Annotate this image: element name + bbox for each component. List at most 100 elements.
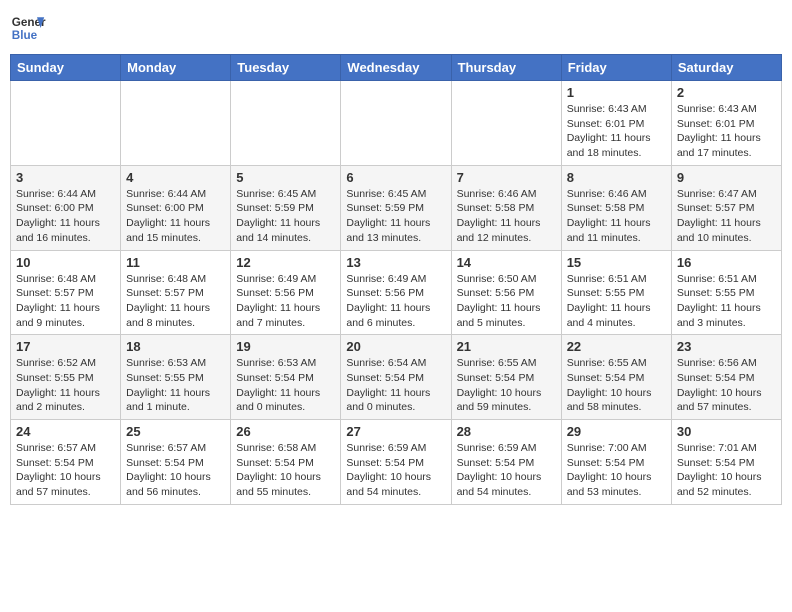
day-content: Sunrise: 6:48 AMSunset: 5:57 PMDaylight:… [16,272,115,331]
calendar-cell: 12Sunrise: 6:49 AMSunset: 5:56 PMDayligh… [231,250,341,335]
day-info-line: Sunset: 6:01 PM [677,117,776,132]
day-number: 28 [457,424,556,439]
day-info-line: Sunrise: 6:48 AM [126,272,225,287]
day-info-line: Daylight: 11 hours and 5 minutes. [457,301,556,330]
day-info-line: Sunrise: 6:56 AM [677,356,776,371]
day-info-line: Daylight: 11 hours and 9 minutes. [16,301,115,330]
weekday-header-friday: Friday [561,55,671,81]
day-info-line: Sunset: 5:56 PM [457,286,556,301]
day-content: Sunrise: 6:55 AMSunset: 5:54 PMDaylight:… [457,356,556,415]
day-info-line: Sunrise: 6:49 AM [236,272,335,287]
day-info-line: Sunset: 5:58 PM [457,201,556,216]
day-info-line: Sunrise: 6:53 AM [236,356,335,371]
day-number: 17 [16,339,115,354]
day-number: 30 [677,424,776,439]
day-info-line: Daylight: 11 hours and 3 minutes. [677,301,776,330]
weekday-header-saturday: Saturday [671,55,781,81]
weekday-header-thursday: Thursday [451,55,561,81]
day-info-line: Sunset: 5:59 PM [236,201,335,216]
calendar-cell: 5Sunrise: 6:45 AMSunset: 5:59 PMDaylight… [231,165,341,250]
day-info-line: Daylight: 10 hours and 53 minutes. [567,470,666,499]
day-info-line: Sunrise: 6:53 AM [126,356,225,371]
calendar-cell: 21Sunrise: 6:55 AMSunset: 5:54 PMDayligh… [451,335,561,420]
day-content: Sunrise: 6:57 AMSunset: 5:54 PMDaylight:… [16,441,115,500]
day-info-line: Sunrise: 6:49 AM [346,272,445,287]
day-content: Sunrise: 6:46 AMSunset: 5:58 PMDaylight:… [567,187,666,246]
day-info-line: Sunrise: 6:44 AM [16,187,115,202]
day-content: Sunrise: 6:44 AMSunset: 6:00 PMDaylight:… [16,187,115,246]
day-info-line: Sunrise: 6:44 AM [126,187,225,202]
day-info-line: Sunrise: 7:01 AM [677,441,776,456]
day-info-line: Sunrise: 6:57 AM [126,441,225,456]
calendar-cell: 23Sunrise: 6:56 AMSunset: 5:54 PMDayligh… [671,335,781,420]
day-info-line: Sunrise: 6:59 AM [346,441,445,456]
calendar-cell: 11Sunrise: 6:48 AMSunset: 5:57 PMDayligh… [121,250,231,335]
day-content: Sunrise: 6:54 AMSunset: 5:54 PMDaylight:… [346,356,445,415]
day-info-line: Sunset: 5:55 PM [677,286,776,301]
day-info-line: Sunset: 5:54 PM [236,371,335,386]
page-header: General Blue [10,10,782,46]
day-info-line: Sunrise: 7:00 AM [567,441,666,456]
day-info-line: Daylight: 11 hours and 12 minutes. [457,216,556,245]
day-number: 12 [236,255,335,270]
calendar-cell: 22Sunrise: 6:55 AMSunset: 5:54 PMDayligh… [561,335,671,420]
day-info-line: Daylight: 11 hours and 4 minutes. [567,301,666,330]
day-number: 3 [16,170,115,185]
day-info-line: Sunrise: 6:55 AM [567,356,666,371]
day-info-line: Sunrise: 6:45 AM [236,187,335,202]
day-info-line: Sunset: 6:01 PM [567,117,666,132]
day-info-line: Sunset: 5:54 PM [457,456,556,471]
day-info-line: Daylight: 10 hours and 57 minutes. [677,386,776,415]
calendar-week-1: 1Sunrise: 6:43 AMSunset: 6:01 PMDaylight… [11,81,782,166]
calendar-cell [341,81,451,166]
calendar-week-4: 17 Sunrise: 6:52 AMSunset: 5:55 PMDayligh… [11,335,782,420]
logo-icon: General Blue [10,10,46,46]
day-info-line: Sunset: 5:56 PM [346,286,445,301]
day-info-line: Sunrise: 6:46 AM [567,187,666,202]
day-number: 29 [567,424,666,439]
day-info-line: Daylight: 11 hours and 13 minutes. [346,216,445,245]
day-info-line: Sunset: 5:55 PM [16,371,115,386]
calendar-cell: 4Sunrise: 6:44 AMSunset: 6:00 PMDaylight… [121,165,231,250]
day-info-line: Daylight: 11 hours and 10 minutes. [677,216,776,245]
calendar-cell: 19Sunrise: 6:53 AMSunset: 5:54 PMDayligh… [231,335,341,420]
calendar-cell: 14Sunrise: 6:50 AMSunset: 5:56 PMDayligh… [451,250,561,335]
day-info-line: Daylight: 11 hours and 17 minutes. [677,131,776,160]
day-info-line: Daylight: 11 hours and 18 minutes. [567,131,666,160]
day-info-line: Daylight: 10 hours and 58 minutes. [567,386,666,415]
day-info-line: Sunset: 5:56 PM [236,286,335,301]
calendar-cell: 8Sunrise: 6:46 AMSunset: 5:58 PMDaylight… [561,165,671,250]
day-info-line: Sunrise: 6:47 AM [677,187,776,202]
day-content: Sunrise: 6:52 AMSunset: 5:55 PMDaylight:… [16,356,115,415]
day-number: 18 [126,339,225,354]
day-info-line: Sunrise: 6:43 AM [567,102,666,117]
day-number: 11 [126,255,225,270]
calendar-cell: 18Sunrise: 6:53 AMSunset: 5:55 PMDayligh… [121,335,231,420]
day-info-line: Daylight: 11 hours and 16 minutes. [16,216,115,245]
day-info-line: Sunset: 5:54 PM [126,456,225,471]
calendar-cell [451,81,561,166]
day-content: Sunrise: 6:51 AMSunset: 5:55 PMDaylight:… [677,272,776,331]
day-info-line: Daylight: 11 hours and 0 minutes. [346,386,445,415]
calendar-cell [231,81,341,166]
day-info-line: Sunrise: 6:46 AM [457,187,556,202]
day-info-line: Sunset: 5:54 PM [346,371,445,386]
day-content: Sunrise: 6:46 AMSunset: 5:58 PMDaylight:… [457,187,556,246]
calendar-cell: 15Sunrise: 6:51 AMSunset: 5:55 PMDayligh… [561,250,671,335]
calendar-cell: 29 Sunrise: 7:00 AMSunset: 5:54 PMDayligh… [561,420,671,505]
day-info-line: Sunrise: 6:58 AM [236,441,335,456]
calendar-cell: 17 Sunrise: 6:52 AMSunset: 5:55 PMDayligh… [11,335,121,420]
day-info-line: Daylight: 10 hours and 55 minutes. [236,470,335,499]
day-info-line: Sunset: 5:57 PM [677,201,776,216]
day-content: Sunrise: 6:50 AMSunset: 5:56 PMDaylight:… [457,272,556,331]
day-content: Sunrise: 7:00 AMSunset: 5:54 PMDaylight:… [567,441,666,500]
day-info-line: Daylight: 11 hours and 1 minute. [126,386,225,415]
day-info-line: Daylight: 11 hours and 2 minutes. [16,386,115,415]
day-number: 5 [236,170,335,185]
calendar-week-2: 3 Sunrise: 6:44 AMSunset: 6:00 PMDaylight… [11,165,782,250]
day-info-line: Sunrise: 6:59 AM [457,441,556,456]
day-info-line: Daylight: 10 hours and 54 minutes. [457,470,556,499]
day-info-line: Sunset: 5:54 PM [677,456,776,471]
day-number: 16 [677,255,776,270]
calendar-cell: 2Sunrise: 6:43 AMSunset: 6:01 PMDaylight… [671,81,781,166]
